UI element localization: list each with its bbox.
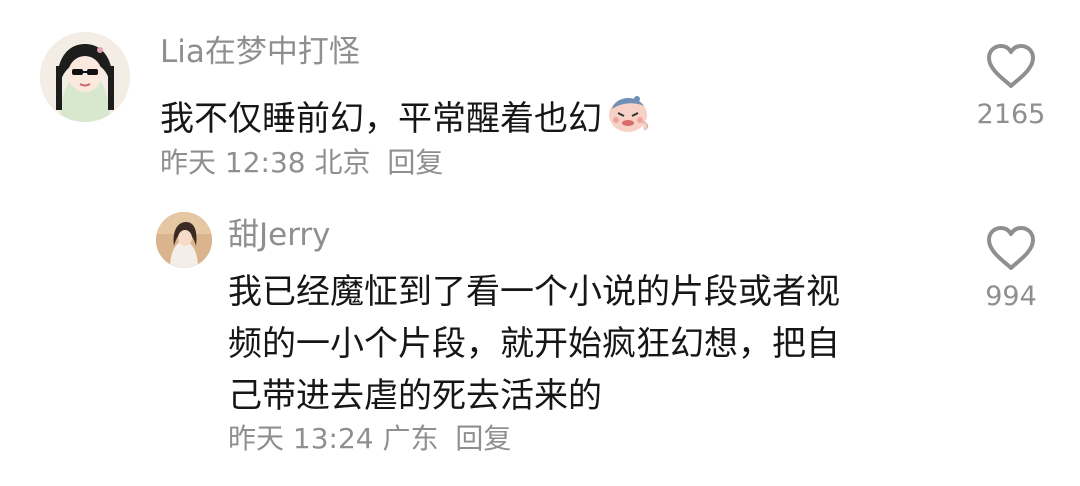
reply-button[interactable]: 回复	[387, 146, 443, 179]
comment-text: 我不仅睡前幻，平常醒着也幻	[160, 92, 652, 149]
comment-text-line: 己带进去虐的死去活来的	[228, 376, 602, 416]
comment-item: Lia在梦中打怪 我不仅睡前幻，平常醒着也幻 昨天 12:38 北京 回复 21…	[0, 0, 1080, 200]
comment-time: 昨天 12:38	[160, 146, 306, 179]
like-count: 994	[985, 281, 1037, 312]
comment-time: 昨天 13:24	[228, 422, 374, 455]
like-count: 2165	[976, 99, 1046, 130]
comment-location: 北京	[314, 146, 371, 179]
comment-text: 我已经魔怔到了看一个小说的片段或者视 频的一小个片段，就开始疯狂幻想，把自 己带…	[228, 266, 840, 422]
comment-location: 广东	[382, 422, 439, 455]
avatar[interactable]	[156, 212, 212, 268]
comment-username[interactable]: 甜Jerry	[228, 217, 331, 253]
comment-username[interactable]: Lia在梦中打怪	[160, 34, 360, 70]
heart-outline-icon[interactable]	[985, 224, 1037, 272]
reply-button[interactable]: 回复	[455, 422, 511, 455]
avatar-illustration	[156, 212, 212, 268]
like-button[interactable]: 994	[976, 224, 1046, 314]
comment-text-line: 频的一小个片段，就开始疯狂幻想，把自	[228, 324, 840, 364]
comment-text-content: 我不仅睡前幻，平常醒着也幻	[160, 99, 602, 139]
comment-text-line: 我已经魔怔到了看一个小说的片段或者视	[228, 272, 840, 312]
avatar-illustration	[40, 32, 130, 122]
avatar[interactable]	[40, 32, 130, 122]
comment-meta: 昨天 12:38 北京 回复	[160, 146, 443, 180]
comment-meta: 昨天 13:24 广东 回复	[228, 422, 511, 456]
like-button[interactable]: 2165	[976, 42, 1046, 132]
crying-face-emoji-icon	[606, 92, 652, 149]
heart-outline-icon[interactable]	[985, 42, 1037, 90]
comment-item-reply: 甜Jerry 我已经魔怔到了看一个小说的片段或者视 频的一小个片段，就开始疯狂幻…	[0, 200, 1080, 486]
